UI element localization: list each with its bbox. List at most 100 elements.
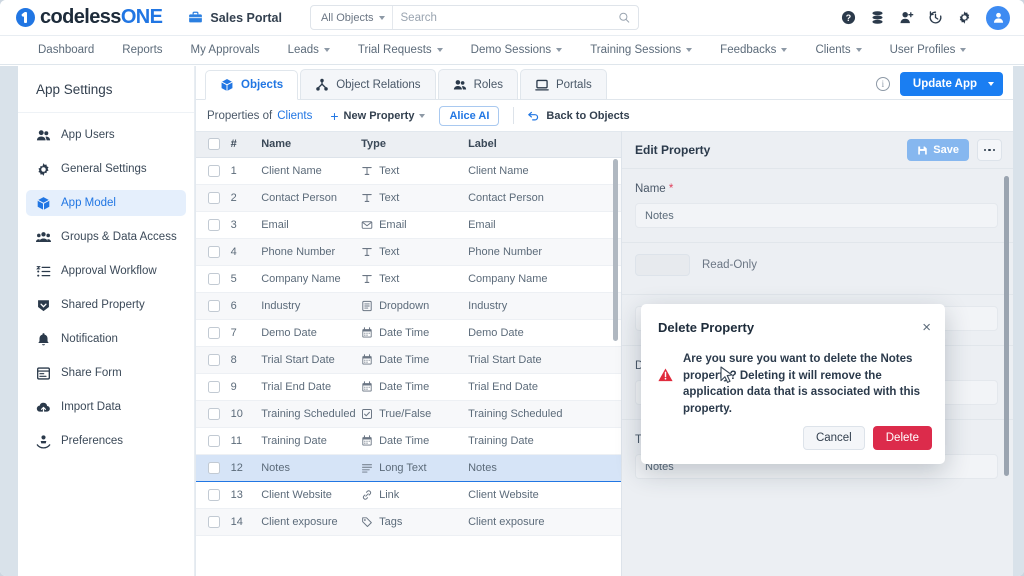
row-number: 11 <box>230 427 262 455</box>
tab-object-relations[interactable]: Object Relations <box>300 69 436 99</box>
row-checkbox[interactable] <box>208 164 220 177</box>
add-user-icon[interactable] <box>899 10 914 25</box>
nav-item-feedbacks[interactable]: Feedbacks <box>706 36 801 65</box>
col-type[interactable]: Type <box>361 132 469 158</box>
sidebar-item-groups-data-access[interactable]: Groups & Data Access <box>26 224 186 250</box>
row-checkbox[interactable] <box>208 434 220 447</box>
table-row[interactable]: 6 Industry Dropdown Industry <box>196 292 621 320</box>
col-name[interactable]: Name <box>261 132 362 158</box>
sidebar-item-general-settings[interactable]: General Settings <box>26 156 186 182</box>
nav-item-trial-requests[interactable]: Trial Requests <box>344 36 457 65</box>
save-button[interactable]: Save <box>907 139 969 161</box>
row-checkbox[interactable] <box>208 461 220 474</box>
row-type: True/False <box>361 400 469 428</box>
sidebar-item-app-users[interactable]: App Users <box>26 122 186 148</box>
info-icon[interactable]: i <box>875 77 890 91</box>
search-scope-dropdown[interactable]: All Objects <box>311 6 393 29</box>
table-row[interactable]: 4 Phone Number Text Phone Number <box>196 238 621 266</box>
tab-portals[interactable]: Portals <box>519 69 607 99</box>
update-app-button[interactable]: Update App <box>899 72 1003 96</box>
new-property-label: New Property <box>343 109 415 122</box>
properties-table-pane: # Name Type Label 1 Client Name Text Client… <box>196 131 621 576</box>
tab-objects[interactable]: Objects <box>205 70 299 100</box>
page-body: App Settings App Users General Settings … <box>0 66 1024 576</box>
avatar[interactable] <box>986 5 1010 30</box>
close-icon[interactable]: × <box>922 320 931 335</box>
table-row[interactable]: 9 Trial End Date Date Time Trial End Date <box>196 373 621 401</box>
table-header: # Name Type Label <box>196 132 621 158</box>
sidebar-item-notification[interactable]: Notification <box>26 326 186 352</box>
col-number[interactable]: # <box>230 132 262 158</box>
tab-label: Roles <box>473 78 503 91</box>
row-checkbox[interactable] <box>208 380 220 393</box>
col-label[interactable]: Label <box>468 132 621 158</box>
row-checkbox[interactable] <box>208 515 220 528</box>
new-property-button[interactable]: + New Property <box>330 109 426 123</box>
table-row[interactable]: 2 Contact Person Text Contact Person <box>196 184 621 212</box>
row-checkbox[interactable] <box>208 272 220 285</box>
search-input[interactable] <box>400 11 618 24</box>
table-row[interactable]: 14 Client exposure Tags Client exposure <box>196 508 621 536</box>
sidebar-item-preferences[interactable]: Preferences <box>26 428 186 454</box>
edit-panel-scrollbar[interactable] <box>1004 176 1009 476</box>
field-name-input[interactable]: Notes <box>635 203 998 228</box>
nav-item-my-approvals[interactable]: My Approvals <box>177 36 274 65</box>
field-name: Name * Notes <box>622 169 1013 228</box>
row-checkbox[interactable] <box>208 218 220 231</box>
read-only-control[interactable] <box>635 254 690 276</box>
nav-item-training-sessions[interactable]: Training Sessions <box>576 36 706 65</box>
brand-logo[interactable]: codelessONE <box>16 6 163 29</box>
table-row[interactable]: 3 Email Email Email <box>196 211 621 239</box>
search-icon[interactable] <box>618 11 630 24</box>
sidebar-item-import-data[interactable]: Import Data <box>26 394 186 420</box>
nav-item-reports[interactable]: Reports <box>108 36 176 65</box>
object-name-link[interactable]: Clients <box>277 110 312 122</box>
row-checkbox[interactable] <box>208 488 220 501</box>
save-label: Save <box>933 144 959 156</box>
sidebar-item-approval-workflow[interactable]: Approval Workflow <box>26 258 186 284</box>
history-icon[interactable] <box>928 10 943 25</box>
more-options-button[interactable] <box>977 139 1002 161</box>
table-row-selected[interactable]: 12 Notes Long Text Notes <box>196 453 621 482</box>
table-row[interactable]: 1 Client Name Text Client Name <box>196 157 621 185</box>
gear-icon[interactable] <box>957 10 972 25</box>
row-checkbox[interactable] <box>208 326 220 339</box>
row-checkbox[interactable] <box>208 245 220 258</box>
nav-item-dashboard[interactable]: Dashboard <box>24 36 108 65</box>
toolbar-divider <box>513 107 515 124</box>
table-row[interactable]: 10 Training Scheduled True/False Training S… <box>196 400 621 428</box>
sidebar-item-shared-property[interactable]: Shared Property <box>26 292 186 318</box>
nav-item-clients[interactable]: Clients <box>801 36 875 65</box>
nav-item-user-profiles[interactable]: User Profiles <box>876 36 981 65</box>
tab-roles[interactable]: Roles <box>437 69 518 99</box>
back-to-objects-button[interactable]: Back to Objects <box>527 109 630 122</box>
database-icon[interactable] <box>870 10 885 25</box>
main-content: Objects Object Relations Roles Portals i… <box>195 66 1013 576</box>
row-checkbox[interactable] <box>208 191 220 204</box>
sidebar-item-share-form[interactable]: Share Form <box>26 360 186 386</box>
portal-selector[interactable]: Sales Portal <box>188 10 282 25</box>
help-icon[interactable]: ? <box>841 10 856 25</box>
alice-ai-button[interactable]: Alice AI <box>439 105 500 126</box>
cancel-button[interactable]: Cancel <box>802 426 865 450</box>
nav-item-demo-sessions[interactable]: Demo Sessions <box>457 36 577 65</box>
table-row[interactable]: 11 Training Date Date Time Training Date <box>196 427 621 455</box>
table-row[interactable]: 5 Company Name Text Company Name <box>196 265 621 293</box>
nav-item-leads[interactable]: Leads <box>274 36 344 65</box>
table-scrollbar[interactable] <box>613 159 618 341</box>
row-checkbox[interactable] <box>208 407 220 420</box>
delete-button[interactable]: Delete <box>872 426 932 450</box>
text-icon <box>362 247 372 256</box>
relations-icon <box>316 78 328 91</box>
cube-icon <box>37 196 50 210</box>
portal-icon <box>535 79 549 91</box>
table-row[interactable]: 7 Demo Date Date Time Demo Date <box>196 319 621 347</box>
sidebar-item-app-model[interactable]: App Model <box>26 190 186 216</box>
table-row[interactable]: 8 Trial Start Date Date Time Trial Start Da… <box>196 346 621 374</box>
global-search[interactable]: All Objects <box>309 5 639 30</box>
properties-toolbar: Properties of Clients + New Property Ali… <box>196 100 1013 131</box>
select-all-checkbox[interactable] <box>208 138 220 151</box>
table-row[interactable]: 13 Client Website Link Client Website <box>196 481 621 509</box>
row-checkbox[interactable] <box>208 353 220 366</box>
row-checkbox[interactable] <box>208 299 220 312</box>
